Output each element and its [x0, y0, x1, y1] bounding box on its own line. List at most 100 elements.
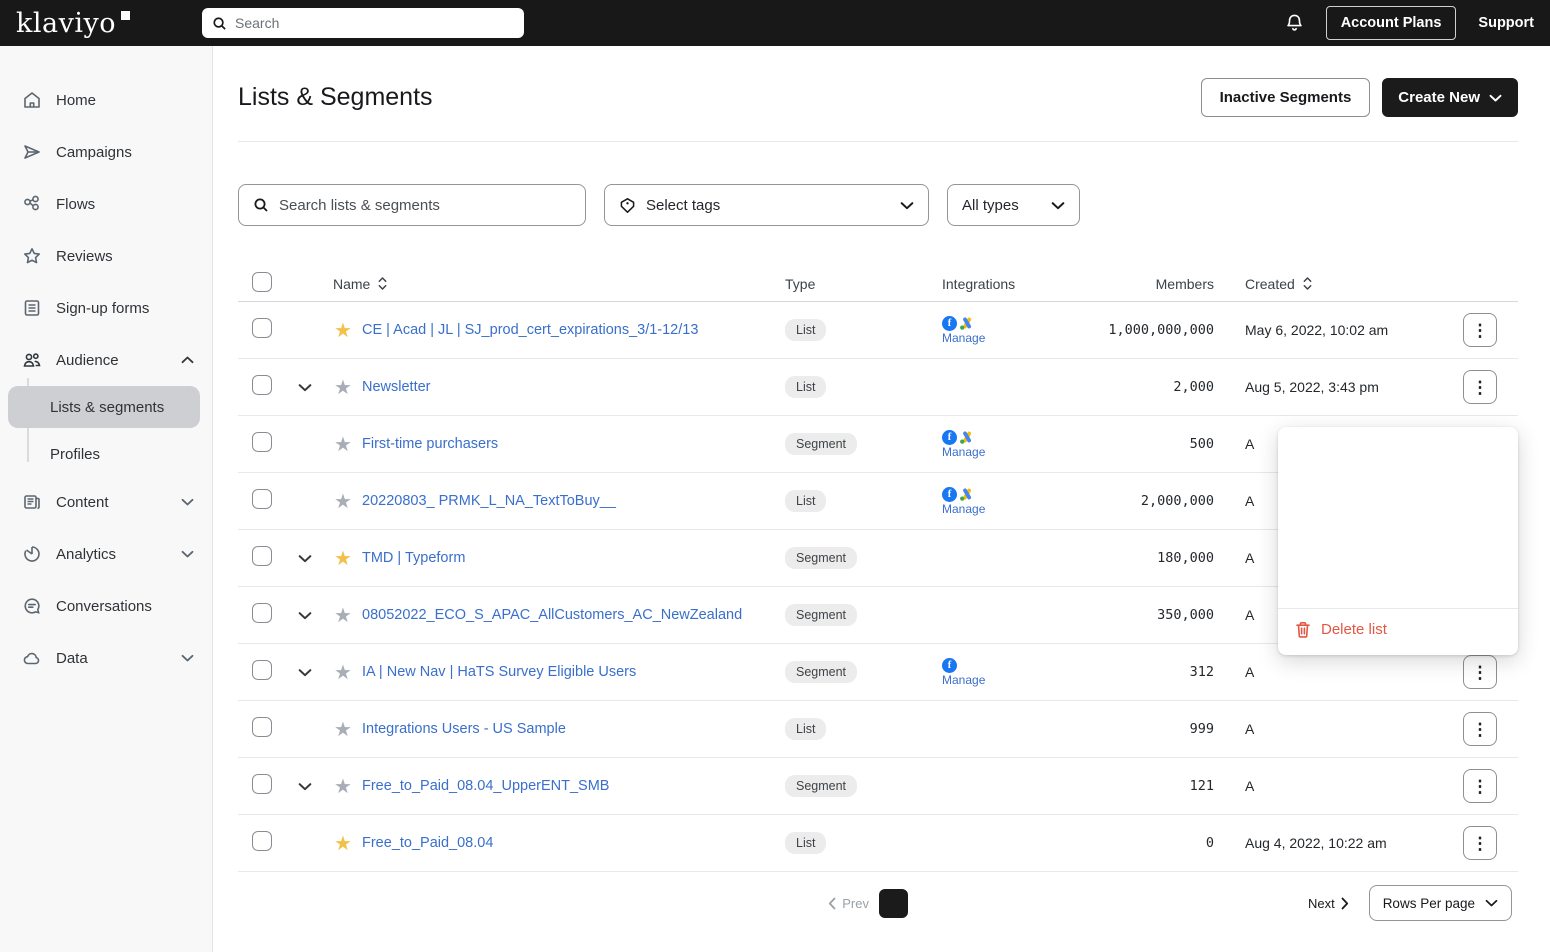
- row-actions-kebab-button[interactable]: ⋮: [1463, 655, 1497, 689]
- row-name-link[interactable]: Integrations Users - US Sample: [362, 721, 566, 737]
- manage-integrations-link[interactable]: Manage: [942, 445, 985, 459]
- manage-integrations-link[interactable]: Manage: [942, 502, 985, 516]
- expand-chevron-icon[interactable]: [298, 611, 312, 620]
- sort-icon[interactable]: [377, 276, 388, 291]
- select-all-checkbox[interactable]: [252, 272, 272, 292]
- page-number-button[interactable]: [1074, 889, 1103, 918]
- row-checkbox[interactable]: [252, 318, 272, 338]
- page-number-button[interactable]: [1152, 889, 1181, 918]
- sort-icon[interactable]: [1302, 276, 1313, 291]
- row-actions-kebab-button[interactable]: ⋮: [1463, 712, 1497, 746]
- column-header-members[interactable]: Members: [1072, 276, 1222, 292]
- context-menu-item[interactable]: [1278, 560, 1518, 581]
- support-link[interactable]: Support: [1478, 15, 1534, 31]
- column-header-type[interactable]: Type: [772, 276, 927, 292]
- page-number-button[interactable]: [879, 889, 908, 918]
- next-page-button[interactable]: Next: [1308, 896, 1349, 911]
- row-name-link[interactable]: First-time purchasers: [362, 436, 498, 452]
- context-menu-item[interactable]: [1278, 518, 1518, 539]
- favorite-star-icon[interactable]: ★: [334, 546, 352, 571]
- row-name-link[interactable]: 08052022_ECO_S_APAC_AllCustomers_AC_NewZ…: [362, 607, 742, 623]
- column-header-name[interactable]: Name: [333, 276, 370, 292]
- row-checkbox[interactable]: [252, 774, 272, 794]
- row-checkbox[interactable]: [252, 489, 272, 509]
- row-name-link[interactable]: 20220803_ PRMK_L_NA_TextToBuy__: [362, 493, 616, 509]
- sidebar-item-signup-forms[interactable]: Sign-up forms: [0, 282, 212, 334]
- favorite-star-icon[interactable]: ★: [334, 603, 352, 628]
- sidebar-item-lists-and-segments[interactable]: Lists & segments: [8, 386, 200, 428]
- favorite-star-icon[interactable]: ★: [334, 318, 352, 343]
- manage-integrations-link[interactable]: Manage: [942, 673, 985, 687]
- context-menu-item[interactable]: [1278, 497, 1518, 518]
- row-name-link[interactable]: Newsletter: [362, 379, 431, 395]
- favorite-star-icon[interactable]: ★: [334, 774, 352, 799]
- sidebar-item-home[interactable]: Home: [0, 74, 212, 126]
- sidebar-item-audience[interactable]: Audience: [0, 334, 212, 386]
- row-name-link[interactable]: CE | Acad | JL | SJ_prod_cert_expiration…: [362, 322, 698, 338]
- sidebar-item-conversations[interactable]: Conversations: [0, 580, 212, 632]
- all-types-dropdown[interactable]: All types: [947, 184, 1080, 226]
- klaviyo-logo[interactable]: klaviyo: [16, 8, 130, 39]
- manage-integrations-link[interactable]: Manage: [942, 331, 985, 345]
- inactive-segments-button[interactable]: Inactive Segments: [1201, 78, 1371, 117]
- page-number-button[interactable]: [1191, 889, 1220, 918]
- favorite-star-icon[interactable]: ★: [334, 717, 352, 742]
- sidebar-item-profiles[interactable]: Profiles: [0, 432, 212, 476]
- sidebar-item-content[interactable]: Content: [0, 476, 212, 528]
- search-lists-segments-field[interactable]: [238, 184, 586, 226]
- row-actions-kebab-button[interactable]: ⋮: [1463, 769, 1497, 803]
- sidebar-item-flows[interactable]: Flows: [0, 178, 212, 230]
- delete-list-menu-item[interactable]: Delete list: [1278, 608, 1518, 648]
- page-number-button[interactable]: [957, 889, 986, 918]
- rows-per-page-dropdown[interactable]: Rows Per page: [1369, 885, 1512, 921]
- column-header-created[interactable]: Created: [1245, 276, 1295, 292]
- row-checkbox[interactable]: [252, 660, 272, 680]
- page-number-button[interactable]: [1230, 889, 1259, 918]
- expand-chevron-icon[interactable]: [298, 668, 312, 677]
- row-actions-kebab-button[interactable]: ⋮: [1463, 313, 1497, 347]
- row-checkbox[interactable]: [252, 603, 272, 623]
- page-number-button[interactable]: [1113, 889, 1142, 918]
- row-name-link[interactable]: Free_to_Paid_08.04: [362, 835, 493, 851]
- expand-chevron-icon[interactable]: [298, 383, 312, 392]
- global-search[interactable]: [202, 8, 524, 38]
- context-menu-item[interactable]: [1278, 476, 1518, 497]
- row-checkbox[interactable]: [252, 432, 272, 452]
- global-search-input[interactable]: [235, 15, 514, 31]
- favorite-star-icon[interactable]: ★: [334, 375, 352, 400]
- row-actions-kebab-button[interactable]: ⋮: [1463, 370, 1497, 404]
- row-checkbox[interactable]: [252, 717, 272, 737]
- row-checkbox[interactable]: [252, 546, 272, 566]
- context-menu-item[interactable]: [1278, 434, 1518, 455]
- page-number-button[interactable]: [996, 889, 1025, 918]
- row-checkbox[interactable]: [252, 375, 272, 395]
- sidebar-item-reviews[interactable]: Reviews: [0, 230, 212, 282]
- select-tags-dropdown[interactable]: Select tags: [604, 184, 929, 226]
- search-lists-segments-input[interactable]: [279, 197, 571, 214]
- notifications-bell-icon[interactable]: [1285, 13, 1304, 33]
- row-name-link[interactable]: IA | New Nav | HaTS Survey Eligible User…: [362, 664, 636, 680]
- favorite-star-icon[interactable]: ★: [334, 489, 352, 514]
- favorite-star-icon[interactable]: ★: [334, 660, 352, 685]
- prev-page-button[interactable]: Prev: [828, 896, 869, 911]
- create-new-button[interactable]: Create New: [1382, 78, 1518, 117]
- row-name-link[interactable]: Free_to_Paid_08.04_UpperENT_SMB: [362, 778, 609, 794]
- row-checkbox[interactable]: [252, 831, 272, 851]
- expand-chevron-icon[interactable]: [298, 554, 312, 563]
- page-number-button[interactable]: [1269, 889, 1298, 918]
- favorite-star-icon[interactable]: ★: [334, 432, 352, 457]
- context-menu-item[interactable]: [1278, 539, 1518, 560]
- chevron-left-icon: [828, 897, 836, 910]
- account-plans-button[interactable]: Account Plans: [1326, 6, 1457, 40]
- sidebar-item-campaigns[interactable]: Campaigns: [0, 126, 212, 178]
- context-menu-item[interactable]: [1278, 455, 1518, 476]
- sidebar-item-analytics[interactable]: Analytics: [0, 528, 212, 580]
- expand-chevron-icon[interactable]: [298, 782, 312, 791]
- favorite-star-icon[interactable]: ★: [334, 831, 352, 856]
- row-name-link[interactable]: TMD | Typeform: [362, 550, 465, 566]
- page-number-button[interactable]: [1035, 889, 1064, 918]
- row-actions-kebab-button[interactable]: ⋮: [1463, 826, 1497, 860]
- page-number-button[interactable]: [918, 889, 947, 918]
- sidebar-item-data[interactable]: Data: [0, 632, 212, 684]
- context-menu-item[interactable]: [1278, 581, 1518, 602]
